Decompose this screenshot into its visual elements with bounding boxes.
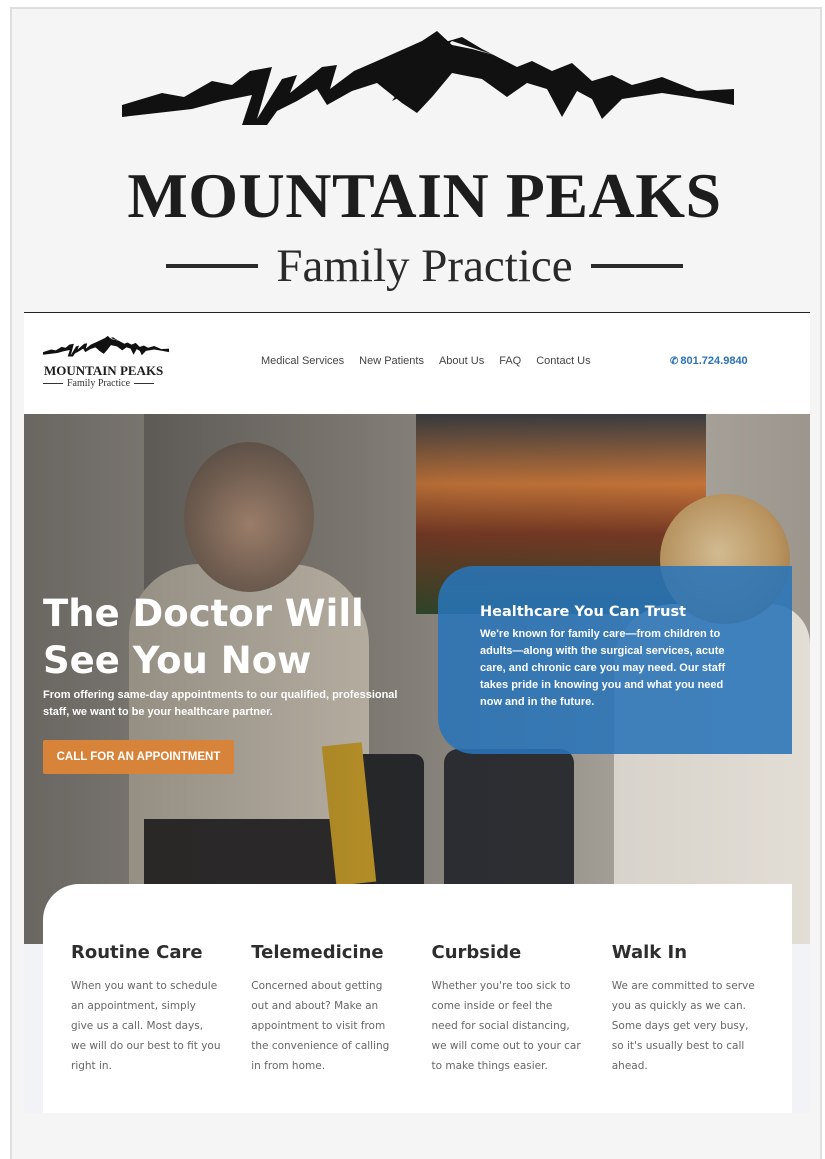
hero-lead: From offering same-day appointments to o… [43,689,398,718]
mountain-logo-icon [122,31,734,125]
service-routine-care: Routine Care When you want to schedule a… [71,942,251,1113]
phone-link[interactable]: ✆ 801.724.9840 [670,355,748,367]
trust-box: Healthcare You Can Trust We're known for… [438,566,792,754]
nav-about-us[interactable]: About Us [439,355,484,367]
dash-divider [166,264,259,268]
site-logo-name: MOUNTAIN PEAKS [44,363,164,378]
brand-logo-large: MOUNTAIN PEAKS Family Practice [112,21,737,301]
site-logo[interactable]: MOUNTAIN PEAKS Family Practice [43,335,173,391]
site-logo-subtitle: Family Practice [43,378,155,389]
nav-faq[interactable]: FAQ [499,355,521,367]
brand-subtitle-large: Family Practice [112,239,737,293]
brand-subtitle-text: Family Practice [276,240,573,292]
service-body: Whether you're too sick to come inside o… [431,980,581,1072]
service-walk-in: Walk In We are committed to serve you as… [612,942,792,1113]
service-title: Telemedicine [251,942,384,963]
nav-contact-us[interactable]: Contact Us [536,355,590,367]
nav-medical-services[interactable]: Medical Services [261,355,344,367]
nav-new-patients[interactable]: New Patients [359,355,424,367]
service-body: When you want to schedule an appointment… [71,980,221,1072]
service-title: Curbside [431,942,522,963]
services-card: Routine Care When you want to schedule a… [43,884,792,1113]
dash-divider [590,264,683,268]
service-curbside: Curbside Whether you're too sick to come… [432,942,612,1113]
brand-name-large: MOUNTAIN PEAKS [127,160,722,231]
service-telemedicine: Telemedicine Concerned about getting out… [251,942,431,1113]
hero-section: The Doctor Will See You Now From offerin… [24,414,810,944]
mountain-logo-icon [43,335,169,357]
main-menu: Medical Services New Patients About Us F… [261,355,591,367]
phone-number: 801.724.9840 [680,355,748,367]
trust-body: We're known for family care—from childre… [480,628,726,708]
phone-icon: ✆ [670,355,679,367]
site-logo-subtitle-text: Family Practice [67,378,131,389]
hero-title: The Doctor Will See You Now [43,592,364,682]
service-title: Routine Care [71,942,203,963]
service-body: We are committed to serve you as quickly… [611,980,755,1072]
call-appointment-button[interactable]: CALL FOR AN APPOINTMENT [43,740,234,774]
service-title: Walk In [611,942,688,963]
site-header: MOUNTAIN PEAKS Family Practice Medical S… [24,313,810,414]
service-body: Concerned about getting out and about? M… [251,980,390,1072]
trust-title: Healthcare You Can Trust [480,604,687,620]
website-preview: MOUNTAIN PEAKS Family Practice Medical S… [24,313,810,1113]
